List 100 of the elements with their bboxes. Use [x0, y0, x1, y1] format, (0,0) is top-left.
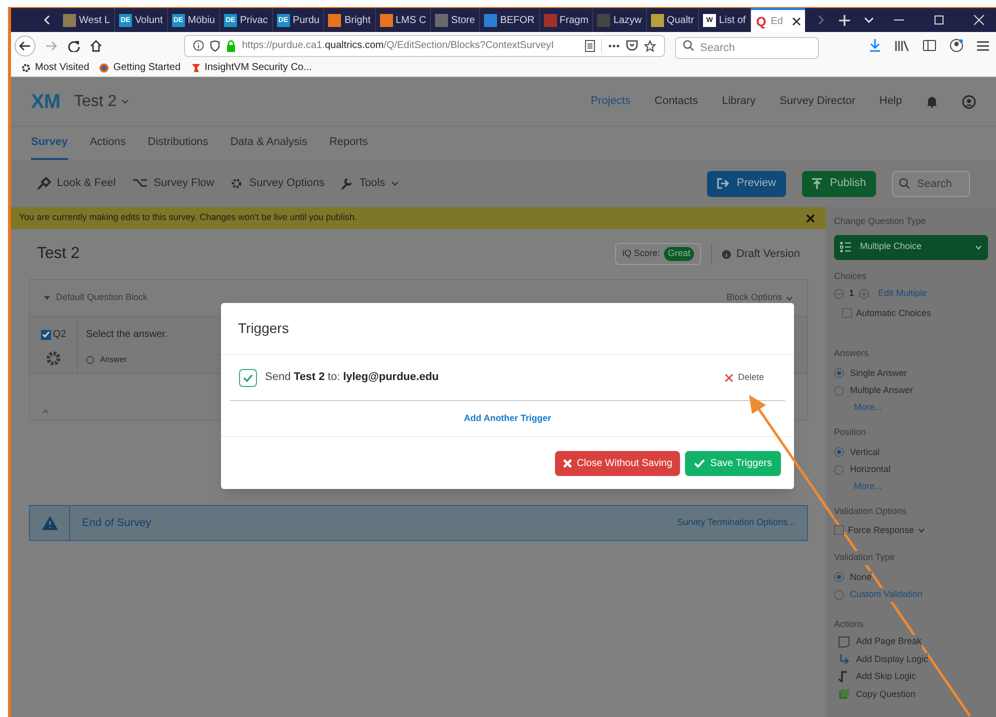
section-heading: Validation Type: [834, 551, 895, 564]
survey-tab[interactable]: Reports: [329, 127, 368, 160]
toolbar-button[interactable]: Look & Feel: [37, 175, 116, 192]
survey-tab[interactable]: Data & Analysis: [230, 127, 308, 160]
toolbar-button[interactable]: Tools: [340, 175, 400, 192]
chevron-down-icon: [918, 528, 926, 533]
nav-link[interactable]: Survey Director: [780, 93, 856, 110]
version-label: Draft Version: [736, 246, 800, 262]
action-button[interactable]: Add Display Logic: [838, 652, 928, 666]
toolbar-button[interactable]: Survey Flow: [132, 175, 214, 192]
back-icon: [14, 34, 36, 56]
radio-label: Multiple Answer: [850, 384, 914, 398]
warning-icon: [42, 516, 58, 530]
radio-button[interactable]: [834, 572, 844, 582]
radio-button[interactable]: [86, 356, 94, 364]
termination-options-link[interactable]: Survey Termination Options...: [677, 516, 795, 530]
search-field[interactable]: Search: [892, 170, 970, 196]
nav-link[interactable]: Projects: [590, 93, 631, 110]
action-button[interactable]: Copy Question: [838, 688, 916, 701]
reload-icon: [68, 40, 80, 52]
menu-icon: [977, 40, 989, 50]
list-icon: [840, 241, 852, 253]
publish-button[interactable]: Publish: [802, 170, 876, 196]
close-icon: [974, 15, 984, 25]
account-icon: [950, 39, 963, 52]
trigger-checkbox[interactable]: [239, 368, 257, 386]
reader-view-icon: [585, 40, 595, 52]
checkbox[interactable]: [842, 308, 852, 318]
url-text: https://purdue.ca1.qualtrics.com/Q/EditSection/Blocks?ContextSurveyI: [242, 39, 554, 53]
logo: XM: [31, 90, 60, 114]
close-icon: [562, 458, 572, 468]
scroll-right-icon: [816, 15, 825, 25]
skip-arrow-icon: [838, 670, 850, 683]
search-field[interactable]: Search: [675, 36, 819, 58]
caret-down-icon: [44, 296, 50, 300]
close-icon: [724, 374, 733, 382]
maximize-icon: [934, 15, 944, 25]
tab-favicon-icon: Q: [754, 14, 768, 28]
nav-link[interactable]: Library: [722, 93, 756, 110]
new-tab-icon: [838, 14, 850, 26]
nav-link[interactable]: Help: [879, 93, 902, 110]
radio-button[interactable]: [834, 368, 844, 378]
wrench-icon: [340, 177, 354, 190]
checkbox[interactable]: [834, 525, 844, 536]
close-without-saving-button[interactable]: Close Without Saving: [554, 450, 680, 476]
check-icon: [42, 331, 50, 338]
iq-score-label: iQ Score:: [622, 247, 660, 260]
radio-button[interactable]: [834, 590, 844, 600]
more-icon: [608, 44, 620, 48]
browser-tab[interactable]: Q Ed: [750, 8, 805, 32]
download-icon: [869, 39, 881, 52]
arrow-down-right-icon: [838, 653, 850, 666]
radio-label: Custom Validation: [850, 588, 922, 602]
page-break-icon: [838, 636, 850, 648]
gear-icon: [21, 62, 31, 72]
more-link[interactable]: More...: [854, 480, 988, 493]
more-link[interactable]: More...: [854, 400, 988, 414]
collapse-icon: [42, 409, 49, 414]
section-heading: Change Question Type: [834, 215, 926, 228]
nav-link[interactable]: Contacts: [654, 93, 698, 110]
upload-icon: [812, 178, 822, 190]
star-icon: [644, 40, 656, 52]
bookmark-link[interactable]: Getting Started: [99, 60, 181, 75]
bookmark-link[interactable]: Most Visited: [21, 60, 90, 75]
question-text: Select the answer.: [86, 328, 168, 342]
info-icon: [722, 250, 732, 258]
toolbar-button[interactable]: Survey Options: [230, 175, 324, 192]
check-icon: [243, 374, 253, 382]
save-triggers-button[interactable]: Save Triggers: [685, 450, 781, 476]
search-icon: [683, 40, 694, 50]
action-button[interactable]: Add Page Break: [838, 635, 922, 648]
edit-multiple-link[interactable]: Edit Multiple: [878, 287, 928, 300]
check-icon: [694, 458, 706, 468]
home-icon: [90, 40, 102, 52]
survey-tab[interactable]: Distributions: [148, 127, 208, 160]
question-number: Q2: [52, 328, 66, 342]
library-icon: [895, 40, 909, 52]
preview-button[interactable]: Preview: [706, 170, 786, 196]
bookmark-link[interactable]: InsightVM Security Co...: [190, 60, 312, 75]
close-icon: [806, 214, 815, 222]
block-toggle[interactable]: Default Question Block: [44, 291, 148, 305]
question-type-dropdown[interactable]: Multiple Choice: [834, 234, 988, 260]
question-checkbox[interactable]: [40, 330, 51, 340]
brush-icon: [37, 177, 51, 190]
radio-label: Single Answer: [850, 366, 908, 380]
bookmark-label: InsightVM Security Co...: [204, 61, 312, 75]
copy-icon: [838, 688, 850, 700]
address-bar[interactable]: https://purdue.ca1.qualtrics.com/Q/EditSection/Blocks?ContextSurveyI: [184, 34, 665, 56]
radio-button[interactable]: [834, 447, 844, 458]
block-options-dropdown[interactable]: Block Options: [726, 291, 793, 305]
survey-tab[interactable]: Actions: [90, 127, 126, 160]
delete-button[interactable]: Delete: [724, 370, 764, 384]
survey-name-dropdown[interactable]: Test 2: [74, 90, 129, 114]
shield-icon: [210, 40, 220, 52]
add-trigger-link[interactable]: Add Another Trigger: [464, 412, 552, 426]
radio-button[interactable]: [834, 464, 844, 475]
radio-button[interactable]: [834, 386, 844, 396]
chevron-down-icon: [975, 244, 982, 250]
action-button[interactable]: Add Skip Logic: [838, 670, 916, 684]
survey-title: Test 2: [37, 244, 80, 264]
